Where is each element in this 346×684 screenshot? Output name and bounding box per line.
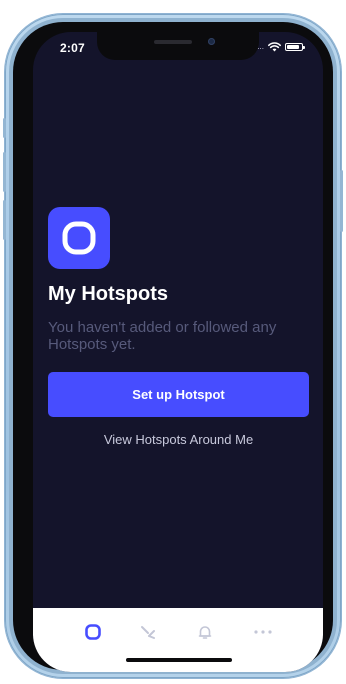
status-icons: .... <box>255 42 305 52</box>
tab-bar <box>33 608 323 672</box>
set-up-hotspot-button[interactable]: Set up Hotspot <box>48 372 309 417</box>
tab-hotspots[interactable] <box>81 620 105 644</box>
wifi-icon <box>268 42 281 52</box>
front-camera <box>208 38 215 45</box>
home-indicator[interactable] <box>126 658 232 662</box>
view-hotspots-around-me-link[interactable]: View Hotspots Around Me <box>48 432 309 447</box>
bell-icon <box>198 626 212 639</box>
hotspot-logo-glyph <box>62 221 96 255</box>
power-button <box>340 170 343 232</box>
activity-icon <box>141 626 155 639</box>
hotspot-icon <box>85 624 101 640</box>
volume-down-button <box>3 152 6 192</box>
page-title: My Hotspots <box>48 283 168 305</box>
tab-notifications[interactable] <box>193 620 217 644</box>
hotspot-logo-icon <box>48 207 110 269</box>
volume-up-button <box>3 118 6 138</box>
tab-more[interactable] <box>251 620 275 644</box>
empty-state-message: You haven't added or followed any Hotspo… <box>48 319 277 353</box>
battery-tip <box>303 46 305 49</box>
battery-level <box>287 45 299 49</box>
notch <box>97 32 259 60</box>
battery-icon <box>285 43 305 51</box>
silent-switch <box>3 200 6 240</box>
more-icon <box>254 630 272 634</box>
screen: 2:07 .... My Hotspots You haven't added … <box>33 32 323 672</box>
status-time: 2:07 <box>60 41 85 55</box>
speaker-grille <box>154 40 192 44</box>
tab-activity[interactable] <box>136 620 160 644</box>
